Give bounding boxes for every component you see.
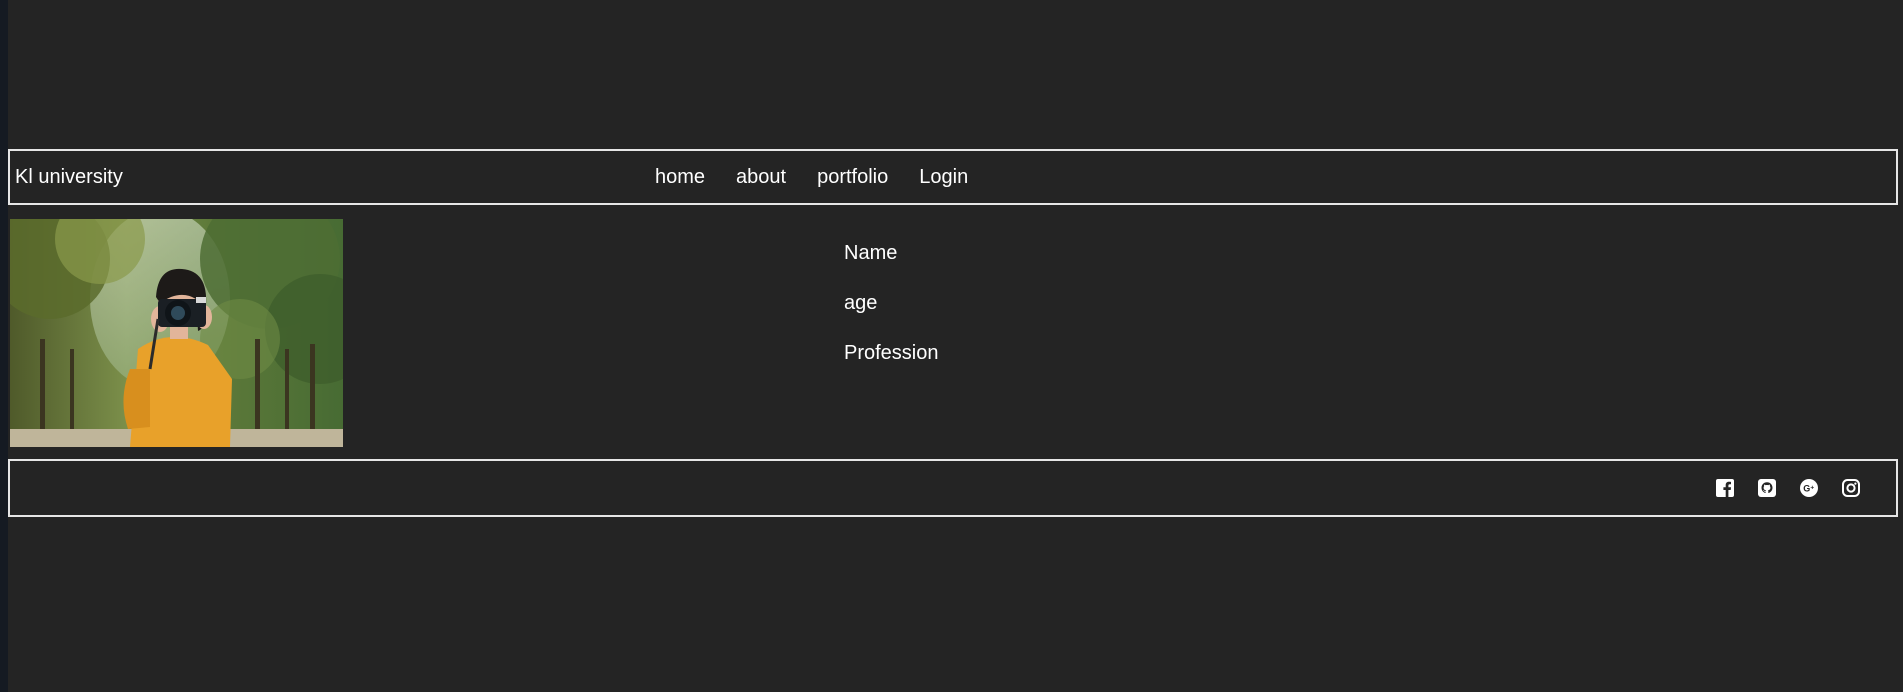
profile-name-label: Name: [844, 242, 898, 264]
google-plus-icon[interactable]: G +: [1800, 479, 1818, 497]
nav-home-link[interactable]: home: [655, 166, 705, 189]
footer: G +: [8, 459, 1898, 517]
nav-links: home about portfolio Login: [655, 166, 968, 189]
facebook-icon[interactable]: [1716, 479, 1734, 497]
brand-link[interactable]: Kl university: [15, 166, 123, 189]
window-edge: [0, 0, 8, 692]
profile-photo: [10, 219, 343, 447]
nav-portfolio-link[interactable]: portfolio: [817, 166, 888, 189]
instagram-icon[interactable]: [1842, 479, 1860, 497]
github-icon[interactable]: [1758, 479, 1776, 497]
navbar: Kl university home about portfolio Login: [8, 149, 1898, 205]
profile-age-label: age: [844, 292, 878, 314]
profile-profession-label: Profession: [844, 342, 939, 364]
nav-login-link[interactable]: Login: [919, 166, 968, 189]
profile-details: Name age Profession: [844, 242, 939, 392]
svg-text:+: +: [1810, 485, 1814, 492]
nav-about-link[interactable]: about: [736, 166, 786, 189]
svg-text:G: G: [1803, 483, 1810, 493]
social-links: G +: [1716, 479, 1860, 497]
